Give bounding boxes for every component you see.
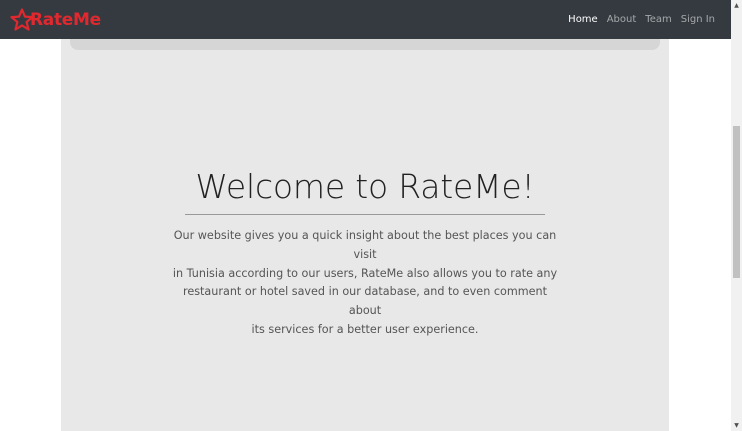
hero-description-line: its services for a better user experienc… (251, 322, 479, 336)
nav-link-sign-in[interactable]: Sign In (681, 14, 715, 25)
page: RateMe Home About Team Sign In Welcome t… (0, 0, 742, 431)
nav-link-about[interactable]: About (607, 14, 637, 25)
hero-description-line: Our website gives you a quick insight ab… (173, 229, 557, 261)
scroll-down-arrow-icon[interactable]: ▼ (731, 420, 742, 431)
brand-logo-link[interactable]: RateMe (10, 7, 101, 33)
scroll-up-arrow-icon[interactable]: ▲ (731, 0, 742, 11)
previous-section-card (70, 39, 660, 50)
scrollbar-thumb[interactable] (733, 126, 740, 278)
nav-links: Home About Team Sign In (559, 0, 715, 39)
brand-name: RateMe (30, 10, 101, 30)
nav-link-home[interactable]: Home (568, 14, 598, 25)
hero-description-line: in Tunisia according to our users, RateM… (172, 266, 558, 280)
navbar: RateMe Home About Team Sign In (0, 0, 731, 39)
nav-link-team[interactable]: Team (645, 14, 671, 25)
hero-title: Welcome to RateMe! (195, 167, 535, 206)
vertical-scrollbar[interactable]: ▲ ▼ (731, 0, 742, 431)
hero-description-line: restaurant or hotel saved in our databas… (182, 285, 547, 318)
main-content: Welcome to RateMe! Our website gives you… (61, 39, 669, 431)
hero-description: Our website gives you a quick insight ab… (170, 227, 560, 340)
hero-divider (185, 214, 545, 215)
